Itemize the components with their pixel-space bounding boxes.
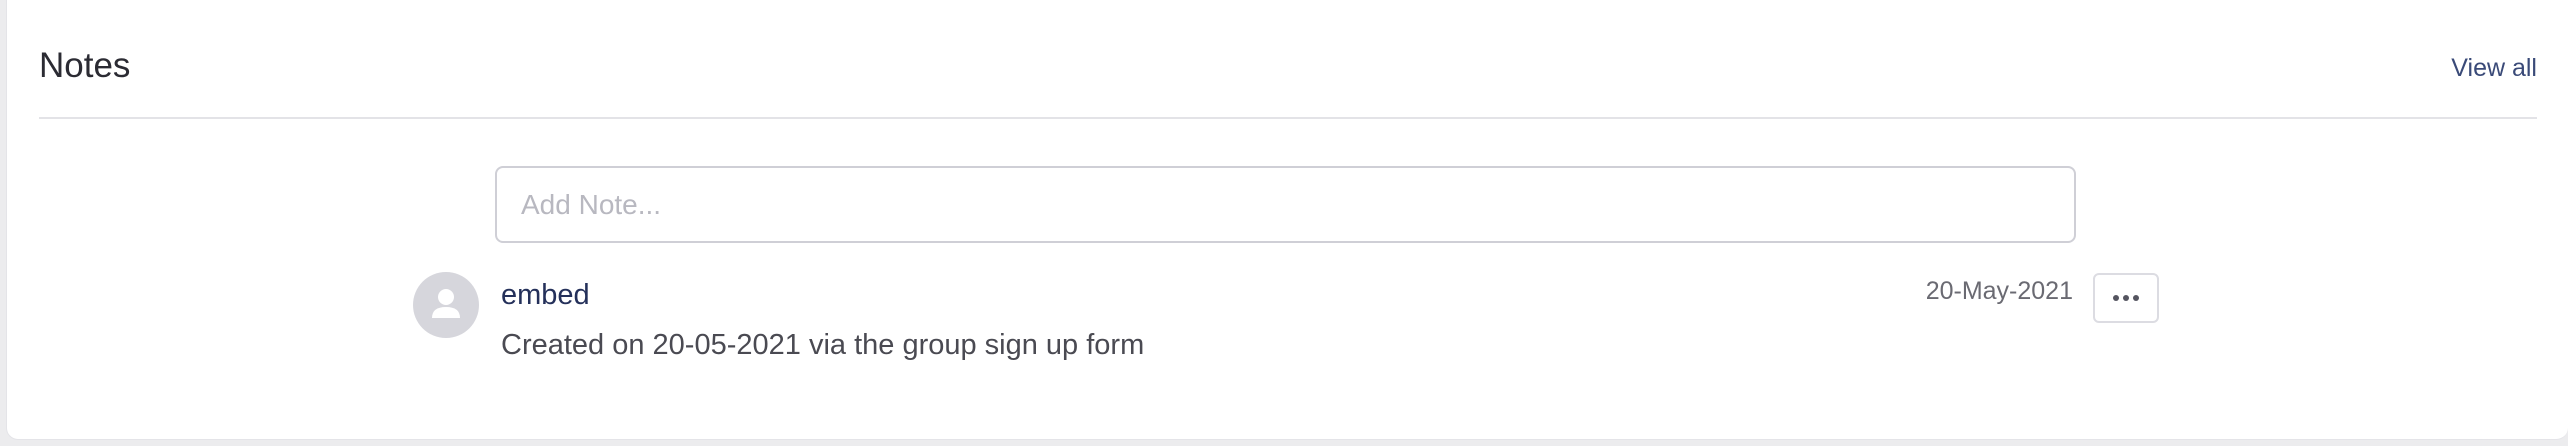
ellipsis-icon [2113,295,2139,301]
note-date: 20-May-2021 [1925,277,2073,305]
notes-title: Notes [39,46,131,85]
view-all-link[interactable]: View all [2451,54,2537,83]
user-icon [432,289,460,318]
note-body: Created on 20-05-2021 via the group sign… [501,329,1145,361]
note-author: embed [501,279,590,311]
note-actions-button[interactable] [2093,273,2159,323]
notes-card: Notes View all embed Created on 20-05-20… [6,0,2568,440]
notes-header: Notes View all [39,0,2537,119]
avatar [413,272,479,338]
add-note-input[interactable] [495,166,2076,243]
